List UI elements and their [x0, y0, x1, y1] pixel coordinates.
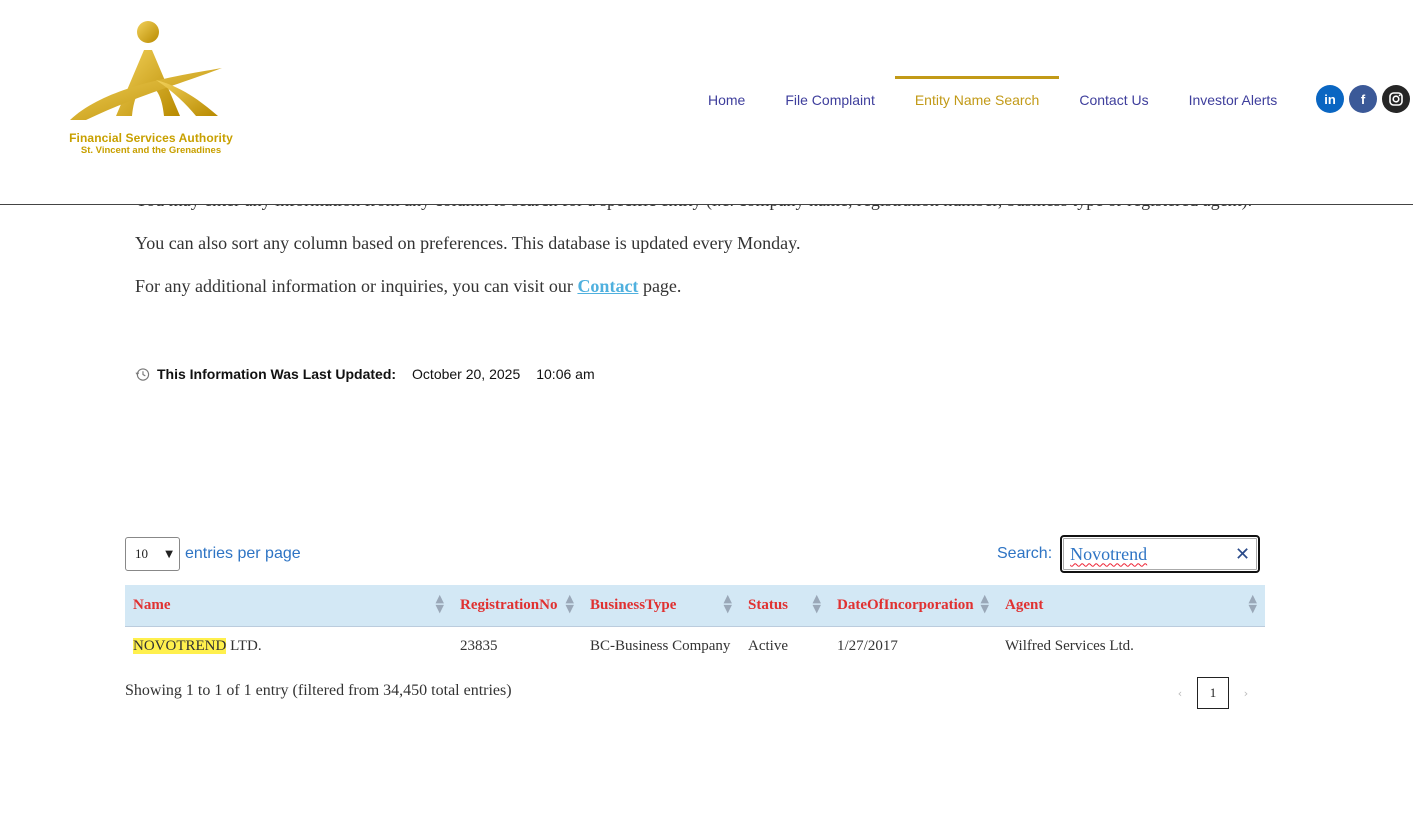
- search-input[interactable]: Novotrend ✕: [1060, 535, 1261, 573]
- cell-status: Active: [748, 638, 788, 655]
- cell-name-rest: LTD.: [226, 638, 262, 655]
- nav-file-complaint[interactable]: File Complaint: [765, 76, 894, 124]
- sort-arrows-icon: ▲ ▼: [980, 592, 989, 615]
- nav-investor-alerts[interactable]: Investor Alerts: [1169, 76, 1298, 124]
- instagram-icon[interactable]: [1382, 85, 1410, 113]
- nav-entity-name-search[interactable]: Entity Name Search: [894, 76, 1060, 124]
- clock-history-icon: [135, 367, 150, 382]
- main-nav: Home File Complaint Entity Name Search C…: [688, 76, 1297, 124]
- column-header-agent[interactable]: Agent ▲ ▼: [997, 585, 1265, 627]
- cell-date-of-incorporation: 1/27/2017: [837, 638, 898, 655]
- table-header-row: Name ▲ ▼ RegistrationNo ▲ ▼ BusinessType ▲ ▼ S…: [125, 585, 1265, 627]
- previous-page-button[interactable]: ‹: [1166, 687, 1194, 700]
- entries-select[interactable]: 10 ▼: [125, 537, 180, 571]
- column-header-date-label: DateOfIncorporation: [837, 596, 974, 613]
- column-header-status[interactable]: Status ▲ ▼: [740, 585, 829, 627]
- sort-arrows-icon: ▲ ▼: [1248, 592, 1257, 615]
- column-header-name[interactable]: Name ▲ ▼: [125, 585, 452, 627]
- intro-paragraph-2: You can also sort any column based on pr…: [135, 233, 801, 253]
- search-input-value[interactable]: Novotrend: [1070, 544, 1235, 565]
- nav-contact-us[interactable]: Contact Us: [1059, 76, 1168, 124]
- social-links: in f: [1316, 85, 1410, 113]
- contact-link[interactable]: Contact: [577, 276, 638, 296]
- intro-paragraph-3-end: page.: [642, 276, 682, 296]
- sort-arrows-icon: ▲ ▼: [435, 592, 444, 615]
- site-header: Financial Services Authority St. Vincent…: [0, 0, 1413, 205]
- table-info: Showing 1 to 1 of 1 entry (filtered from…: [125, 682, 512, 699]
- table-row: NOVOTREND LTD. 23835 BC-Business Company…: [125, 626, 1265, 667]
- cell-name: NOVOTREND LTD.: [125, 626, 452, 667]
- sort-arrows-icon: ▲ ▼: [812, 592, 821, 615]
- cell-agent: Wilfred Services Ltd.: [1005, 638, 1134, 655]
- sort-arrows-icon: ▲ ▼: [723, 592, 732, 615]
- cell-business-type: BC-Business Company: [590, 638, 731, 655]
- page-1-button[interactable]: 1: [1197, 677, 1229, 709]
- last-updated-label: This Information Was Last Updated:: [157, 366, 397, 382]
- search-label: Search:: [997, 545, 1053, 562]
- column-header-name-label: Name: [133, 596, 171, 613]
- table-search: Search: Novotrend ✕: [997, 535, 1261, 573]
- chevron-down-icon: ▼: [165, 548, 173, 560]
- cell-registration-no: 23835: [460, 638, 498, 655]
- entries-per-page: 10 ▼ entries per page: [125, 537, 301, 571]
- pagination: ‹ 1 ›: [1166, 677, 1260, 709]
- sort-arrows-icon: ▲ ▼: [565, 592, 574, 615]
- column-header-registration-no[interactable]: RegistrationNo ▲ ▼: [452, 585, 582, 627]
- clear-search-icon[interactable]: ✕: [1235, 544, 1250, 565]
- column-header-business-type-label: BusinessType: [590, 596, 677, 613]
- column-header-agent-label: Agent: [1005, 596, 1044, 613]
- fsa-logo-mark: [70, 21, 222, 120]
- column-header-date-of-incorporation[interactable]: DateOfIncorporation ▲ ▼: [829, 585, 997, 627]
- column-header-registration-no-label: RegistrationNo: [460, 596, 558, 613]
- intro-paragraph-3: For any additional information or inquir…: [135, 272, 1255, 301]
- facebook-icon[interactable]: f: [1349, 85, 1377, 113]
- logo-line-2: St. Vincent and the Grenadines: [80, 145, 222, 156]
- last-updated: This Information Was Last Updated: Octob…: [135, 366, 595, 382]
- entries-label: entries per page: [185, 545, 301, 562]
- intro-paragraph-3-text: For any additional information or inquir…: [135, 276, 573, 296]
- intro-text: You may enter any information from any c…: [135, 186, 1255, 315]
- column-header-status-label: Status: [748, 596, 789, 613]
- next-page-button[interactable]: ›: [1232, 687, 1260, 700]
- entries-select-value: 10: [135, 546, 148, 561]
- last-updated-date: October 20, 2025: [412, 366, 521, 382]
- logo-line-1: Financial Services Authority: [69, 131, 233, 145]
- entity-table: Name ▲ ▼ RegistrationNo ▲ ▼ BusinessType ▲ ▼ S…: [125, 585, 1265, 667]
- last-updated-time: 10:06 am: [536, 366, 595, 382]
- column-header-business-type[interactable]: BusinessType ▲ ▼: [582, 585, 740, 627]
- linkedin-icon[interactable]: in: [1316, 85, 1344, 113]
- fsa-logo[interactable]: Financial Services Authority St. Vincent…: [56, 16, 246, 161]
- search-highlight: NOVOTREND: [133, 638, 227, 655]
- nav-home[interactable]: Home: [688, 76, 765, 124]
